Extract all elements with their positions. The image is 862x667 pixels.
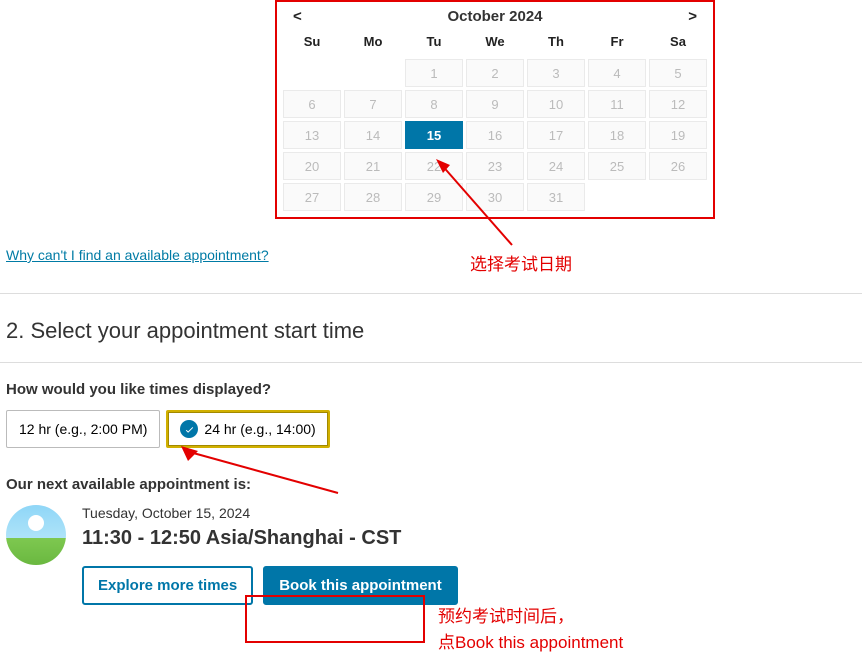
weekday-label: Tu (405, 27, 463, 55)
format-24hr-button[interactable]: 24 hr (e.g., 14:00) (166, 410, 329, 448)
annotation-after-book: 预约考试时间后， 点Book this appointment (438, 604, 623, 655)
book-appointment-button[interactable]: Book this appointment (263, 566, 458, 605)
calendar-day[interactable]: 10 (527, 90, 585, 118)
calendar-empty-cell (588, 183, 646, 211)
calendar-day-selected[interactable]: 15 (405, 121, 463, 149)
calendar-day[interactable]: 23 (466, 152, 524, 180)
calendar-day[interactable]: 14 (344, 121, 402, 149)
annotation-line: 点Book this appointment (438, 630, 623, 656)
calendar-day[interactable]: 22 (405, 152, 463, 180)
check-icon (180, 420, 198, 438)
divider (0, 362, 862, 363)
calendar-weekdays: SuMoTuWeThFrSa (279, 27, 711, 55)
calendar-day[interactable]: 8 (405, 90, 463, 118)
weekday-label: Mo (344, 27, 402, 55)
calendar-day[interactable]: 6 (283, 90, 341, 118)
calendar-day[interactable]: 24 (527, 152, 585, 180)
calendar-day[interactable]: 19 (649, 121, 707, 149)
format-24hr-label: 24 hr (e.g., 14:00) (204, 421, 315, 437)
appointment-time: 11:30 - 12:50 Asia/Shanghai - CST (82, 527, 856, 550)
daytime-icon (6, 505, 66, 565)
section-title: 2. Select your appointment start time (6, 318, 856, 344)
calendar-day[interactable]: 3 (527, 59, 585, 87)
calendar-day[interactable]: 4 (588, 59, 646, 87)
why-unavailable-link[interactable]: Why can't I find an available appointmen… (6, 247, 269, 263)
weekday-label: Fr (588, 27, 646, 55)
explore-more-times-button[interactable]: Explore more times (82, 566, 253, 605)
weekday-label: Sa (649, 27, 707, 55)
weekday-label: We (466, 27, 524, 55)
divider (0, 293, 862, 294)
calendar-day[interactable]: 17 (527, 121, 585, 149)
calendar-days: 1234567891011121314151617181920212223242… (279, 59, 711, 211)
calendar-day[interactable]: 29 (405, 183, 463, 211)
calendar: < October 2024 > SuMoTuWeThFrSa 12345678… (275, 0, 715, 219)
calendar-next[interactable]: > (682, 8, 703, 25)
annotation-line: 预约考试时间后， (438, 604, 623, 630)
time-format-prompt: How would you like times displayed? (6, 381, 856, 398)
calendar-prev[interactable]: < (287, 8, 308, 25)
calendar-empty-cell (283, 59, 341, 87)
calendar-day[interactable]: 31 (527, 183, 585, 211)
annotation-select-date: 选择考试日期 (470, 250, 572, 275)
calendar-day[interactable]: 25 (588, 152, 646, 180)
calendar-day[interactable]: 1 (405, 59, 463, 87)
weekday-label: Su (283, 27, 341, 55)
weekday-label: Th (527, 27, 585, 55)
calendar-day[interactable]: 12 (649, 90, 707, 118)
calendar-header: < October 2024 > (279, 4, 711, 27)
calendar-day[interactable]: 26 (649, 152, 707, 180)
calendar-title: October 2024 (308, 8, 682, 25)
calendar-day[interactable]: 21 (344, 152, 402, 180)
format-12hr-button[interactable]: 12 hr (e.g., 2:00 PM) (6, 410, 160, 448)
calendar-day[interactable]: 28 (344, 183, 402, 211)
calendar-day[interactable]: 18 (588, 121, 646, 149)
next-appointment-label: Our next available appointment is: (6, 476, 850, 493)
calendar-day[interactable]: 30 (466, 183, 524, 211)
calendar-day[interactable]: 20 (283, 152, 341, 180)
calendar-day[interactable]: 16 (466, 121, 524, 149)
calendar-day[interactable]: 7 (344, 90, 402, 118)
calendar-day[interactable]: 11 (588, 90, 646, 118)
calendar-day[interactable]: 9 (466, 90, 524, 118)
calendar-empty-cell (344, 59, 402, 87)
appointment-date: Tuesday, October 15, 2024 (82, 505, 856, 521)
calendar-day[interactable]: 2 (466, 59, 524, 87)
calendar-empty-cell (649, 183, 707, 211)
calendar-day[interactable]: 5 (649, 59, 707, 87)
calendar-day[interactable]: 27 (283, 183, 341, 211)
calendar-day[interactable]: 13 (283, 121, 341, 149)
